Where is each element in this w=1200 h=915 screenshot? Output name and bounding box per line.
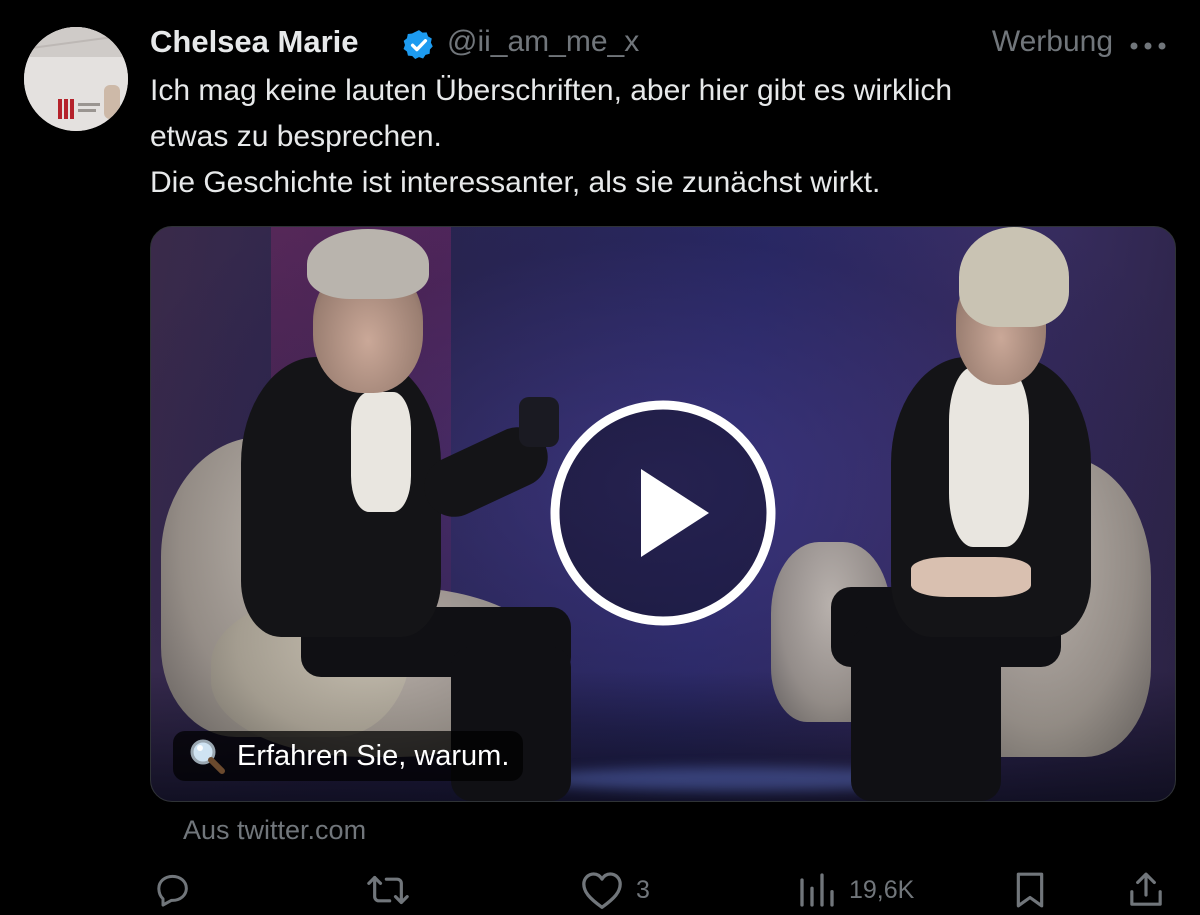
bookmark-button[interactable]: [1012, 870, 1048, 910]
tweet-text-line: Ich mag keine lauten Überschriften, aber…: [150, 74, 953, 107]
tweet-action-bar: 3 19,6K: [0, 862, 1200, 915]
verified-badge-icon: [403, 30, 433, 60]
views-button[interactable]: 19,6K: [797, 870, 914, 910]
like-count: 3: [636, 875, 650, 904]
reply-button[interactable]: [152, 870, 194, 910]
video-caption-pill[interactable]: Erfahren Sie, warum.: [173, 731, 524, 781]
tweet-text-line: Die Geschichte ist interessanter, als si…: [150, 166, 881, 199]
author-handle[interactable]: @ii_am_me_x: [447, 25, 639, 59]
repost-icon: [367, 875, 409, 905]
link-source[interactable]: Aus twitter.com: [183, 815, 366, 846]
repost-button[interactable]: [365, 870, 411, 910]
video-person-right: [751, 227, 1175, 801]
reply-icon: [157, 874, 188, 907]
tweet[interactable]: Chelsea Marie @ii_am_me_x Werbung Ich ma…: [0, 0, 1200, 915]
tweet-text-line: etwas zu besprechen.: [150, 120, 442, 153]
avatar-image: [24, 27, 128, 131]
tweet-text: Ich mag keine lauten Überschriften, aber…: [150, 68, 1170, 206]
bookmark-icon: [1016, 872, 1044, 908]
share-button[interactable]: [1126, 870, 1166, 910]
tweet-header: Chelsea Marie @ii_am_me_x Werbung: [150, 22, 1180, 66]
views-count: 19,6K: [849, 875, 915, 904]
author-avatar[interactable]: [24, 27, 128, 131]
more-options-icon[interactable]: [1126, 34, 1170, 58]
video-caption-text: Erfahren Sie, warum.: [237, 739, 510, 772]
ad-label: Werbung: [991, 25, 1113, 58]
video-card[interactable]: Erfahren Sie, warum.: [150, 226, 1176, 802]
author-display-name[interactable]: Chelsea Marie: [150, 24, 359, 60]
like-button[interactable]: 3: [580, 870, 650, 910]
heart-icon: [582, 872, 622, 909]
play-icon[interactable]: [547, 397, 779, 629]
magnifying-glass-icon: [190, 739, 225, 774]
share-icon: [1130, 872, 1162, 906]
views-icon: [800, 873, 834, 907]
